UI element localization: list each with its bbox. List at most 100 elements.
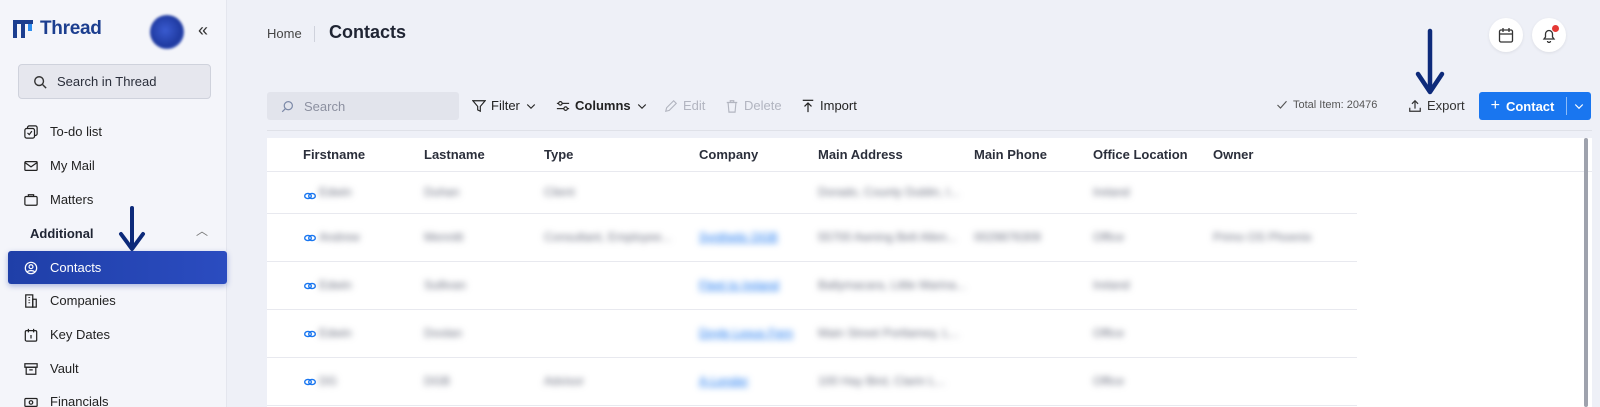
archive-icon <box>24 362 38 375</box>
link-icon[interactable] <box>304 233 316 243</box>
table-cell: 55700 Awning Belt Allen... <box>818 230 957 244</box>
table-cell[interactable]: Doyle Lexus Fern <box>699 326 793 340</box>
sidebar-item-label: My Mail <box>50 158 95 173</box>
table-cell: Ballymacara, Little Marina... <box>818 278 967 292</box>
table-cell: Consultant, Employee... <box>544 230 672 244</box>
edit-button[interactable]: Edit <box>664 98 705 113</box>
chevron-down-icon <box>526 103 536 109</box>
calendar-check-icon <box>1498 28 1514 43</box>
table-row[interactable]: Edwin Doolan Doyle Lexus Fern Main Street P… <box>267 310 1357 358</box>
sidebar-item-label: Vault <box>50 361 79 376</box>
table-cell[interactable]: Synthetic DGB <box>699 230 778 244</box>
money-icon <box>24 397 38 407</box>
trash-icon <box>726 99 738 113</box>
column-main-phone[interactable]: Main Phone <box>974 147 1047 162</box>
table-cell: Primo OS Phoenix <box>1213 230 1312 244</box>
filter-button[interactable]: Filter <box>472 98 537 113</box>
pencil-icon <box>664 99 678 112</box>
delete-label: Delete <box>744 98 782 113</box>
search-input[interactable] <box>304 98 444 114</box>
delete-button[interactable]: Delete <box>725 98 782 113</box>
export-label: Export <box>1427 98 1465 113</box>
table-cell: Edwin <box>319 326 352 340</box>
table-cell: Doolan <box>424 326 463 340</box>
breadcrumb-divider <box>314 26 315 42</box>
app-name: Thread <box>40 18 102 39</box>
table-cell: Ireland <box>1093 185 1130 199</box>
sidebar-item-label: Financials <box>50 394 109 407</box>
total-items-label: Total Item: 20476 <box>1293 99 1378 111</box>
chevron-up-icon[interactable]: ︿ <box>196 222 208 239</box>
columns-button[interactable]: Columns <box>556 98 648 113</box>
sidebar-item-vault[interactable]: Vault <box>8 352 227 385</box>
import-label: Import <box>820 98 857 113</box>
sidebar-item-companies[interactable]: Companies <box>8 284 227 317</box>
table-cell: Client <box>544 185 575 199</box>
table-cell: Main Street Portlamey, L... <box>818 326 960 340</box>
table-cell[interactable]: Fleet to Ireland <box>699 278 779 292</box>
column-office-location[interactable]: Office Location <box>1093 147 1188 162</box>
sidebar-item-label: Key Dates <box>50 327 110 342</box>
column-owner[interactable]: Owner <box>1213 147 1253 162</box>
search-thread-button[interactable]: Search in Thread <box>18 64 211 99</box>
upload-icon <box>1409 99 1421 112</box>
sidebar-item-key-dates[interactable]: Key Dates <box>8 318 227 351</box>
link-icon[interactable] <box>304 191 316 201</box>
column-company[interactable]: Company <box>699 147 758 162</box>
avatar[interactable] <box>150 15 184 49</box>
thread-logo-icon <box>13 20 33 38</box>
thread-logo[interactable]: Thread <box>12 18 102 40</box>
column-firstname[interactable]: Firstname <box>303 147 365 162</box>
sidebar-item-contacts[interactable]: Contacts <box>8 251 227 284</box>
add-contact-dropdown[interactable] <box>1567 100 1591 112</box>
page-title: Contacts <box>329 22 407 42</box>
table-scrollbar[interactable] <box>1584 138 1588 407</box>
column-type[interactable]: Type <box>544 147 573 162</box>
collapse-sidebar-icon[interactable]: « <box>198 20 208 41</box>
table-cell: Edwin <box>319 185 352 199</box>
table-cell: Edwin <box>319 278 352 292</box>
building-icon <box>25 293 37 308</box>
sidebar-item-label: Companies <box>50 293 116 308</box>
notifications-button[interactable] <box>1532 18 1566 52</box>
calendar-icon <box>24 328 38 342</box>
todo-icon <box>24 124 38 139</box>
calendar-button[interactable] <box>1489 18 1523 52</box>
search-icon <box>34 75 47 89</box>
table-cell[interactable]: A-Lender <box>699 374 748 388</box>
table-row[interactable]: Edwin Duhan Client Dorado, County Dublin, I… <box>267 172 1357 214</box>
table-row[interactable]: Edwin Sullivan Fleet to Ireland Ballymacara… <box>267 262 1357 310</box>
add-contact-main[interactable]: + Contact <box>1479 97 1567 115</box>
table-row[interactable]: DG DGB Advisor A-Lender 100 Hay Bird, Clarin… <box>267 358 1357 406</box>
link-icon[interactable] <box>304 281 316 291</box>
edit-label: Edit <box>683 98 706 113</box>
sidebar-item-label: Matters <box>50 192 94 207</box>
sidebar-item-label: Contacts <box>50 260 102 275</box>
import-icon <box>802 99 814 112</box>
sidebar-item-todo[interactable]: To-do list <box>8 115 227 148</box>
table-cell: DG <box>319 374 337 388</box>
table-cell: Dorado, County Dublin, I... <box>818 185 960 199</box>
section-additional[interactable]: Additional <box>30 226 94 241</box>
table-cell: DGB <box>424 374 451 388</box>
add-contact-label: Contact <box>1505 98 1555 114</box>
sidebar-item-mail[interactable]: My Mail <box>8 149 227 182</box>
filter-icon <box>472 99 486 112</box>
breadcrumb-home[interactable]: Home <box>267 26 302 41</box>
column-lastname[interactable]: Lastname <box>424 147 485 162</box>
import-button[interactable]: Import <box>801 98 857 113</box>
column-main-address[interactable]: Main Address <box>818 147 903 162</box>
sidebar-item-financials[interactable]: Financials <box>8 385 227 407</box>
table-cell: Mennitt <box>424 230 464 244</box>
search-icon <box>281 100 293 112</box>
table-cell: Advisor <box>544 374 585 388</box>
contacts-table: Firstname Lastname Type Company Main Add… <box>267 138 1592 407</box>
add-contact-button[interactable]: + Contact <box>1479 92 1591 120</box>
link-icon[interactable] <box>304 377 316 387</box>
link-icon[interactable] <box>304 329 316 339</box>
table-row[interactable]: Andrew Mennitt Consultant, Employee... Synt… <box>267 214 1357 262</box>
table-search[interactable] <box>267 92 459 120</box>
export-button[interactable]: Export <box>1408 98 1465 113</box>
total-items: Total Item: 20476 <box>1276 99 1377 111</box>
briefcase-icon <box>24 193 38 206</box>
